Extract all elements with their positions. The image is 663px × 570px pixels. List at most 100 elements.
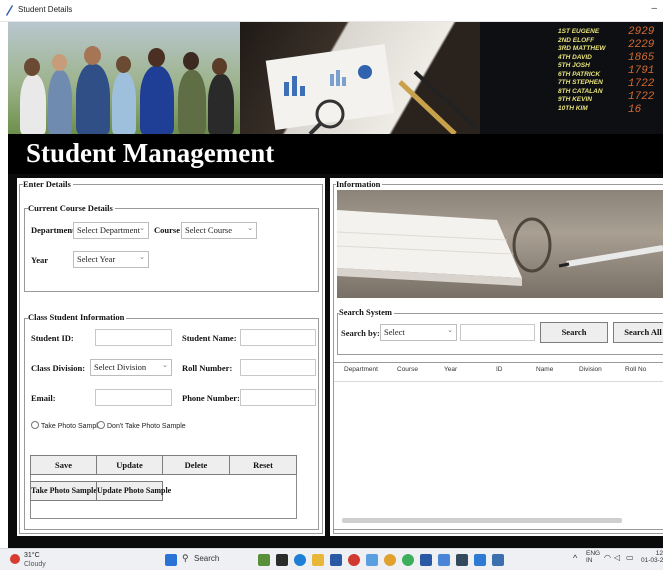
window-titlebar: Student Details –	[0, 0, 663, 22]
board-name: 3RD MATTHEW	[558, 45, 606, 52]
phone-number-input[interactable]	[240, 389, 316, 406]
weather-temp: 31°C	[24, 552, 40, 559]
department-select[interactable]: Select Department ⌄	[73, 222, 149, 239]
window-title: Student Details	[18, 5, 73, 14]
chevron-down-icon: ⌄	[139, 253, 145, 261]
students-photo	[8, 22, 240, 134]
language-indicator[interactable]: ENG IN	[586, 550, 600, 564]
roll-number-label: Roll Number:	[182, 363, 233, 373]
student-id-input[interactable]	[95, 329, 172, 346]
class-info-legend: Class Student Information	[28, 312, 127, 322]
widgets-icon[interactable]	[258, 554, 270, 566]
email-label: Email:	[31, 393, 56, 403]
charts-illustration	[265, 43, 477, 134]
wifi-icon[interactable]: ◠	[604, 553, 611, 562]
board-number: 2229	[628, 39, 655, 51]
weather-desc: Cloudy	[24, 561, 46, 568]
student-name-input[interactable]	[240, 329, 316, 346]
student-table	[333, 362, 663, 530]
edge-icon[interactable]	[294, 554, 306, 566]
take-photo-sample-button[interactable]: Take Photo Sample	[30, 481, 97, 501]
weather-icon	[10, 554, 20, 564]
tray-chevron-icon[interactable]: ^	[573, 553, 577, 563]
division-select-value: Select Division	[94, 362, 147, 372]
search-button[interactable]: Search	[540, 322, 608, 343]
radio-circle-icon	[31, 421, 39, 429]
board-name: 6TH PATRICK	[558, 70, 601, 78]
dont-take-photo-radio[interactable]: Don't Take Photo Sample	[97, 421, 186, 430]
roll-number-input[interactable]	[240, 359, 316, 376]
taskbar-search[interactable]: ⚲ Search	[180, 553, 242, 567]
update-button[interactable]: Update	[96, 455, 163, 475]
course-select-value: Select Course	[185, 225, 232, 235]
save-button[interactable]: Save	[30, 455, 97, 475]
student-name-label: Student Name:	[182, 333, 237, 343]
board-number: 1791	[628, 65, 655, 77]
current-course-group	[24, 208, 319, 292]
font-icon[interactable]	[366, 554, 378, 566]
search-by-select[interactable]: Select ⌄	[380, 324, 457, 341]
vscode-icon[interactable]	[474, 554, 486, 566]
search-all-button[interactable]: Search All	[613, 322, 663, 343]
notebook-photo	[337, 190, 663, 298]
folder-icon[interactable]	[312, 554, 324, 566]
board-name: 5TH JOSH	[558, 62, 590, 69]
word-icon[interactable]	[420, 554, 432, 566]
board-name: 9TH KEVIN	[558, 96, 592, 103]
column-header-year[interactable]: Year	[444, 366, 457, 373]
search-by-label: Search by:	[341, 328, 380, 338]
board-name: 1ST EUGENE	[558, 28, 600, 35]
email-input[interactable]	[95, 389, 172, 406]
radio-circle-icon	[97, 421, 105, 429]
feather-icon	[6, 5, 13, 16]
banner: 1ST EUGENE 2ND ELOFF 3RD MATTHEW 4TH DAV…	[8, 22, 663, 134]
whatsapp-icon[interactable]	[402, 554, 414, 566]
volume-icon[interactable]: ◁	[614, 553, 620, 562]
current-course-legend: Current Course Details	[28, 203, 115, 213]
reset-button[interactable]: Reset	[229, 455, 297, 475]
start-icon[interactable]	[165, 554, 177, 566]
column-header-name[interactable]: Name	[536, 366, 553, 373]
horizontal-scrollbar[interactable]	[342, 518, 622, 523]
store-icon[interactable]	[330, 554, 342, 566]
take-photo-radio[interactable]: Take Photo Sample	[31, 421, 102, 430]
chrome-icon[interactable]	[384, 554, 396, 566]
column-header-course[interactable]: Course	[397, 366, 418, 373]
chevron-down-icon: ⌄	[139, 224, 145, 232]
board-number: 16	[628, 104, 642, 116]
column-header-id[interactable]: ID	[496, 366, 503, 373]
update-photo-sample-button[interactable]: Update Photo Sample	[96, 481, 171, 501]
column-header-division[interactable]: Division	[579, 366, 602, 373]
battery-icon[interactable]: ▭	[626, 553, 634, 562]
column-header-department[interactable]: Department	[344, 366, 378, 373]
notebook-pen-illustration	[337, 210, 663, 286]
course-label: Course	[154, 225, 180, 235]
column-header-roll-no[interactable]: Roll No	[625, 366, 646, 373]
phone-number-label: Phone Number:	[182, 393, 240, 403]
photos-icon[interactable]	[456, 554, 468, 566]
year-select[interactable]: Select Year ⌄	[73, 251, 149, 268]
minimize-button[interactable]: –	[651, 3, 657, 14]
division-select[interactable]: Select Division ⌄	[90, 359, 172, 376]
take-photo-radio-label: Take Photo Sample	[41, 423, 102, 430]
enter-details-legend: Enter Details	[23, 179, 73, 189]
board-number: 1722	[628, 78, 655, 90]
table-header-divider	[334, 381, 663, 382]
dont-take-photo-radio-label: Don't Take Photo Sample	[107, 423, 186, 430]
opera-icon[interactable]	[348, 554, 360, 566]
clock[interactable]: 12 01-03-2	[641, 550, 663, 564]
board-name: 10TH KIM	[558, 104, 588, 112]
delete-button[interactable]: Delete	[162, 455, 230, 475]
class-division-label: Class Division:	[31, 363, 86, 373]
photo-editor-icon[interactable]	[492, 554, 504, 566]
chevron-down-icon: ⌄	[247, 224, 253, 232]
search-by-select-value: Select	[384, 327, 405, 337]
course-select[interactable]: Select Course ⌄	[181, 222, 257, 239]
chevron-down-icon: ⌄	[162, 361, 168, 369]
leaderboard-photo: 1ST EUGENE 2ND ELOFF 3RD MATTHEW 4TH DAV…	[480, 22, 663, 134]
board-number: 2929	[628, 26, 655, 38]
search-legend: Search System	[339, 307, 394, 317]
search-input[interactable]	[460, 324, 535, 341]
explorer-icon[interactable]	[276, 554, 288, 566]
text-app-icon[interactable]	[438, 554, 450, 566]
